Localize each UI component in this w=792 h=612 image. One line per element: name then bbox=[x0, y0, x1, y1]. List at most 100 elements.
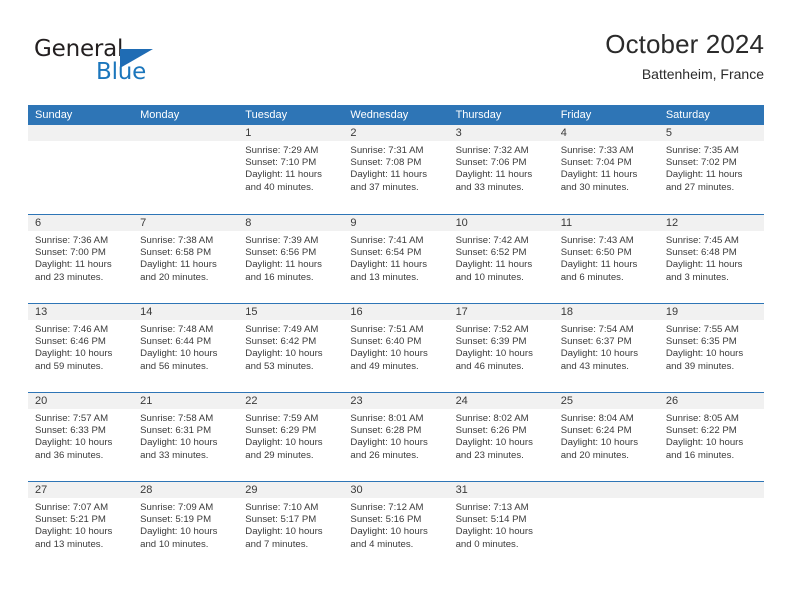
calendar-day-cell[interactable]: 3 Sunrise: 7:32 AM Sunset: 7:06 PM Daylight… bbox=[448, 125, 554, 214]
sunrise-text: Sunrise: 7:41 AM bbox=[350, 235, 424, 246]
sunset-text: Sunset: 6:22 PM bbox=[665, 425, 737, 437]
calendar-day-cell[interactable]: 17 Sunrise: 7:52 AM Sunset: 6:39 PM Dayligh… bbox=[448, 304, 554, 392]
calendar-day-cell[interactable]: 19 Sunrise: 7:55 AM Sunset: 6:35 PM Dayligh… bbox=[658, 304, 764, 392]
sunset-text: Sunset: 6:31 PM bbox=[140, 425, 212, 437]
sunset-text: Sunset: 5:14 PM bbox=[455, 514, 527, 526]
calendar-day-cell[interactable]: 1 Sunrise: 7:29 AM Sunset: 7:10 PM Daylight… bbox=[238, 125, 344, 214]
calendar-day-cell[interactable]: 11 Sunrise: 7:43 AM Sunset: 6:50 PM Dayligh… bbox=[553, 215, 659, 303]
day-info: Sunrise: 7:45 AM Sunset: 6:48 PM Daylight:… bbox=[659, 231, 764, 284]
calendar-day-cell[interactable]: 4 Sunrise: 7:33 AM Sunset: 7:04 PM Daylight… bbox=[553, 125, 659, 214]
sunset-text: Sunset: 6:46 PM bbox=[35, 336, 106, 348]
day-info: Sunrise: 7:09 AM Sunset: 5:19 PM Daylight:… bbox=[133, 498, 238, 551]
calendar-day-cell[interactable]: 8 Sunrise: 7:39 AM Sunset: 6:56 PM Daylight… bbox=[238, 215, 344, 303]
sunrise-text: Sunrise: 7:49 AM bbox=[245, 324, 319, 335]
calendar-day-cell[interactable]: 20 Sunrise: 7:57 AM Sunset: 6:33 PM Dayligh… bbox=[28, 393, 134, 481]
calendar-day-cell[interactable]: 16 Sunrise: 7:51 AM Sunset: 6:40 PM Dayligh… bbox=[343, 304, 449, 392]
day-info: Sunrise: 7:29 AM Sunset: 7:10 PM Daylight:… bbox=[238, 141, 343, 194]
day-number: 30 bbox=[343, 482, 449, 498]
daylight-text: Daylight: 11 hours and 27 minutes. bbox=[665, 169, 743, 193]
calendar-day-cell[interactable]: 24 Sunrise: 8:02 AM Sunset: 6:26 PM Dayligh… bbox=[448, 393, 554, 481]
weekday-header-friday: Friday bbox=[560, 109, 592, 121]
calendar-day-cell[interactable]: 10 Sunrise: 7:42 AM Sunset: 6:52 PM Dayligh… bbox=[448, 215, 554, 303]
daylight-text: Daylight: 11 hours and 23 minutes. bbox=[35, 259, 112, 283]
calendar-day-cell[interactable]: 29 Sunrise: 7:10 AM Sunset: 5:17 PM Dayligh… bbox=[238, 482, 344, 570]
sunset-text: Sunset: 7:06 PM bbox=[455, 157, 527, 169]
logo-text-blue: Blue bbox=[96, 59, 147, 85]
calendar-cell-empty bbox=[658, 482, 764, 570]
day-info: Sunrise: 8:04 AM Sunset: 6:24 PM Daylight:… bbox=[554, 409, 659, 462]
day-info: Sunrise: 7:59 AM Sunset: 6:29 PM Daylight:… bbox=[238, 409, 343, 462]
calendar-day-cell[interactable]: 23 Sunrise: 8:01 AM Sunset: 6:28 PM Dayligh… bbox=[343, 393, 449, 481]
sunrise-text: Sunrise: 7:12 AM bbox=[350, 502, 424, 513]
calendar-day-cell[interactable]: 13 Sunrise: 7:46 AM Sunset: 6:46 PM Dayligh… bbox=[28, 304, 134, 392]
location-subtitle: Battenheim, France bbox=[641, 66, 764, 82]
general-blue-logo[interactable]: General Blue bbox=[34, 36, 244, 94]
calendar-day-cell[interactable]: 7 Sunrise: 7:38 AM Sunset: 6:58 PM Daylight… bbox=[133, 215, 239, 303]
day-info: Sunrise: 7:38 AM Sunset: 6:58 PM Daylight:… bbox=[133, 231, 238, 284]
sunset-text: Sunset: 6:33 PM bbox=[35, 425, 106, 437]
calendar-body: 1 Sunrise: 7:29 AM Sunset: 7:10 PM Daylight… bbox=[28, 125, 764, 570]
daylight-text: Daylight: 10 hours and 13 minutes. bbox=[35, 526, 113, 550]
calendar-day-cell[interactable]: 25 Sunrise: 8:04 AM Sunset: 6:24 PM Dayligh… bbox=[553, 393, 659, 481]
day-info: Sunrise: 7:48 AM Sunset: 6:44 PM Daylight:… bbox=[133, 320, 238, 373]
sunset-text: Sunset: 6:39 PM bbox=[455, 336, 527, 348]
sunset-text: Sunset: 6:40 PM bbox=[350, 336, 422, 348]
calendar-week-row: 27 Sunrise: 7:07 AM Sunset: 5:21 PM Dayligh… bbox=[28, 481, 764, 570]
day-info: Sunrise: 7:58 AM Sunset: 6:31 PM Daylight:… bbox=[133, 409, 238, 462]
day-number: 14 bbox=[133, 304, 239, 320]
weekday-header-sunday: Sunday bbox=[35, 109, 73, 121]
daylight-text: Daylight: 11 hours and 37 minutes. bbox=[350, 169, 428, 193]
sunset-text: Sunset: 5:19 PM bbox=[140, 514, 212, 526]
day-info: Sunrise: 7:41 AM Sunset: 6:54 PM Daylight:… bbox=[343, 231, 448, 284]
calendar-day-cell[interactable]: 5 Sunrise: 7:35 AM Sunset: 7:02 PM Daylight… bbox=[658, 125, 764, 214]
day-number: 25 bbox=[553, 393, 659, 409]
calendar-day-cell[interactable]: 30 Sunrise: 7:12 AM Sunset: 5:16 PM Dayligh… bbox=[343, 482, 449, 570]
day-info: Sunrise: 7:12 AM Sunset: 5:16 PM Daylight:… bbox=[343, 498, 448, 551]
sunrise-text: Sunrise: 7:43 AM bbox=[560, 235, 634, 246]
day-info: Sunrise: 8:05 AM Sunset: 6:22 PM Daylight:… bbox=[659, 409, 764, 462]
daylight-text: Daylight: 10 hours and 0 minutes. bbox=[455, 526, 533, 550]
calendar-day-cell[interactable]: 15 Sunrise: 7:49 AM Sunset: 6:42 PM Dayligh… bbox=[238, 304, 344, 392]
day-number: 28 bbox=[133, 482, 239, 498]
sunset-text: Sunset: 5:16 PM bbox=[350, 514, 422, 526]
sunset-text: Sunset: 7:02 PM bbox=[665, 157, 737, 169]
calendar-day-cell[interactable]: 22 Sunrise: 7:59 AM Sunset: 6:29 PM Dayligh… bbox=[238, 393, 344, 481]
calendar-day-cell[interactable]: 26 Sunrise: 8:05 AM Sunset: 6:22 PM Dayligh… bbox=[658, 393, 764, 481]
sunset-text: Sunset: 6:26 PM bbox=[455, 425, 527, 437]
calendar-day-cell[interactable]: 9 Sunrise: 7:41 AM Sunset: 6:54 PM Daylight… bbox=[343, 215, 449, 303]
day-info: Sunrise: 7:33 AM Sunset: 7:04 PM Daylight:… bbox=[554, 141, 659, 194]
daylight-text: Daylight: 10 hours and 49 minutes. bbox=[350, 348, 428, 372]
sunrise-text: Sunrise: 7:13 AM bbox=[455, 502, 529, 513]
day-info: Sunrise: 7:49 AM Sunset: 6:42 PM Daylight:… bbox=[238, 320, 343, 373]
calendar-day-cell[interactable]: 14 Sunrise: 7:48 AM Sunset: 6:44 PM Dayligh… bbox=[133, 304, 239, 392]
calendar-day-cell[interactable]: 28 Sunrise: 7:09 AM Sunset: 5:19 PM Dayligh… bbox=[133, 482, 239, 570]
day-number: 2 bbox=[343, 125, 449, 141]
daylight-text: Daylight: 10 hours and 46 minutes. bbox=[455, 348, 533, 372]
daylight-text: Daylight: 10 hours and 33 minutes. bbox=[140, 437, 218, 461]
day-number: 20 bbox=[28, 393, 134, 409]
sunrise-text: Sunrise: 7:57 AM bbox=[35, 413, 109, 424]
sunset-text: Sunset: 6:50 PM bbox=[560, 247, 632, 259]
calendar-day-cell[interactable]: 31 Sunrise: 7:13 AM Sunset: 5:14 PM Dayligh… bbox=[448, 482, 554, 570]
day-number: 6 bbox=[28, 215, 134, 231]
day-info: Sunrise: 7:10 AM Sunset: 5:17 PM Daylight:… bbox=[238, 498, 343, 551]
calendar-day-cell[interactable]: 12 Sunrise: 7:45 AM Sunset: 6:48 PM Dayligh… bbox=[658, 215, 764, 303]
sunrise-text: Sunrise: 8:02 AM bbox=[455, 413, 529, 424]
daylight-text: Daylight: 10 hours and 36 minutes. bbox=[35, 437, 113, 461]
calendar-day-cell[interactable]: 27 Sunrise: 7:07 AM Sunset: 5:21 PM Dayligh… bbox=[28, 482, 134, 570]
sunset-text: Sunset: 5:21 PM bbox=[35, 514, 106, 526]
sunrise-text: Sunrise: 7:59 AM bbox=[245, 413, 319, 424]
calendar-day-cell[interactable]: 21 Sunrise: 7:58 AM Sunset: 6:31 PM Dayligh… bbox=[133, 393, 239, 481]
calendar-cell-empty bbox=[133, 125, 239, 214]
sunset-text: Sunset: 7:04 PM bbox=[560, 157, 632, 169]
weekday-header-wednesday: Wednesday bbox=[350, 109, 409, 121]
sunset-text: Sunset: 6:56 PM bbox=[245, 247, 317, 259]
daylight-text: Daylight: 10 hours and 10 minutes. bbox=[140, 526, 218, 550]
calendar-day-cell[interactable]: 6 Sunrise: 7:36 AM Sunset: 7:00 PM Daylight… bbox=[28, 215, 134, 303]
calendar-day-cell[interactable]: 18 Sunrise: 7:54 AM Sunset: 6:37 PM Dayligh… bbox=[553, 304, 659, 392]
day-number: 9 bbox=[343, 215, 449, 231]
sunrise-text: Sunrise: 7:35 AM bbox=[665, 145, 739, 156]
daylight-text: Daylight: 11 hours and 3 minutes. bbox=[665, 259, 743, 283]
sunrise-text: Sunrise: 7:51 AM bbox=[350, 324, 424, 335]
calendar-day-cell[interactable]: 2 Sunrise: 7:31 AM Sunset: 7:08 PM Daylight… bbox=[343, 125, 449, 214]
